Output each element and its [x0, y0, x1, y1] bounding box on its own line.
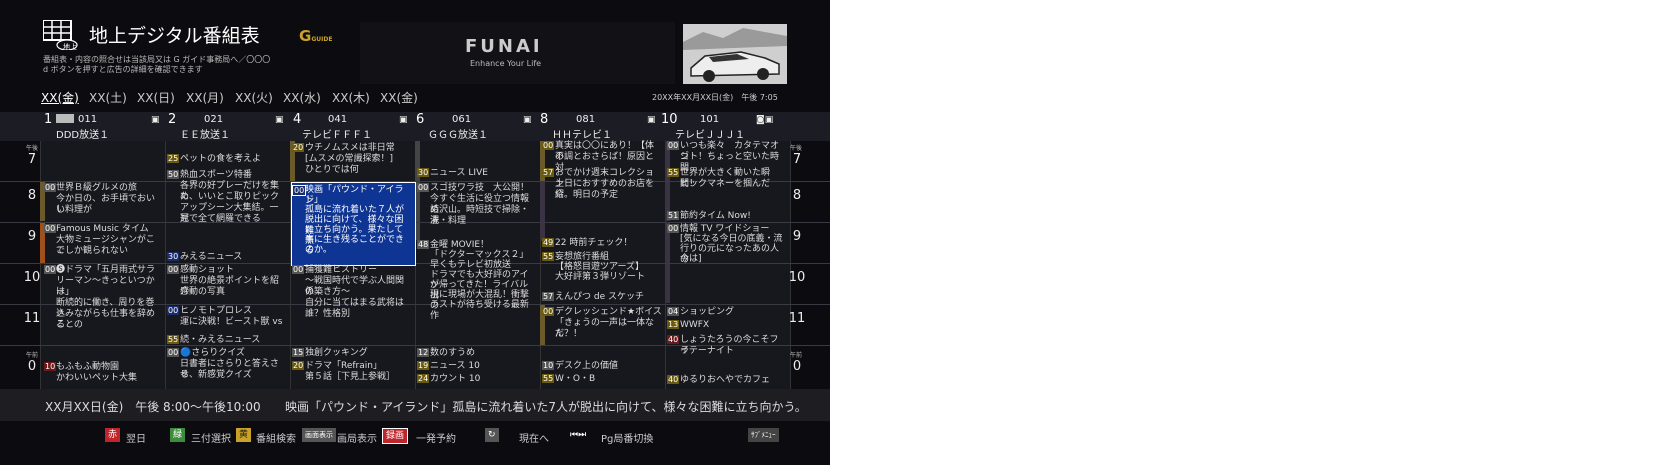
genre-bar: [540, 181, 545, 241]
back-button[interactable]: ↻: [485, 428, 499, 442]
channel-3-data-icon: ▣: [399, 115, 408, 125]
channel-2-code: 021: [204, 114, 224, 125]
view-button-label: 画局表示: [337, 434, 377, 445]
green-button-label: 三付選択: [191, 434, 231, 445]
skip-icon[interactable]: ⏮⏭: [567, 428, 589, 442]
day-tab-4[interactable]: XX(月): [186, 89, 224, 106]
am-label-right: 午前: [790, 352, 803, 359]
program-guide-screen: 地上 地上デジタル番組表 番組表・内容の照合せは当該局又は G ガイド事務局へ／…: [0, 0, 830, 465]
hour-label-left: 10: [23, 270, 41, 285]
ad-brand-logo: FUNAI: [465, 36, 543, 57]
day-tab-2[interactable]: XX(土): [89, 89, 127, 106]
channel-6-name[interactable]: テレビＪＪＪ１: [675, 126, 745, 141]
detail-time: XX月XX日(金) 午後 8:00〜午後10:00: [45, 400, 261, 414]
channel-1-name[interactable]: DDD放送１: [56, 126, 109, 141]
submenu-button[interactable]: ｻﾌﾞﾒﾆｭｰ: [748, 428, 779, 442]
day-tab-5[interactable]: XX(火): [235, 89, 273, 106]
record-button[interactable]: 録画: [382, 428, 409, 444]
hour-label-right: 8: [792, 188, 802, 203]
ad-tagline: Enhance Your Life: [470, 59, 542, 68]
hour-label-left: 7: [27, 152, 37, 167]
channel-6-number: 10: [661, 112, 678, 127]
channel-1-logo: [56, 114, 74, 123]
terrestrial-badge: 地上: [63, 43, 77, 51]
channel-4-name[interactable]: ＧＧＧ放送１: [428, 126, 488, 141]
day-tab-6[interactable]: XX(水): [283, 89, 321, 106]
hour-label-right: 9: [792, 229, 802, 244]
hour-label-left: 8: [27, 188, 37, 203]
red-button-label: 翌日: [126, 434, 146, 445]
yellow-button-label: 番組検索: [256, 434, 296, 445]
channel-5-name[interactable]: ＨＨテレビ１: [552, 126, 612, 141]
hour-label-right: 0: [792, 359, 802, 374]
channel-4-number: 6: [416, 112, 425, 127]
yellow-button[interactable]: 黄: [236, 428, 252, 442]
channel-6-data-icon: ◙▣: [756, 115, 774, 125]
hour-label-right: 7: [792, 152, 802, 167]
hour-label-right: 11: [788, 311, 806, 326]
day-tab-3[interactable]: XX(日): [137, 89, 175, 106]
hour-label-right: 10: [788, 270, 806, 285]
page-title: 地上デジタル番組表: [89, 25, 260, 47]
channel-5-data-icon: ▣: [647, 115, 656, 125]
current-datetime: 20XX年XX月XX日(金) 午後 7:05: [652, 93, 778, 102]
pm-label-left: 午後: [26, 145, 39, 152]
gguide-logo: GGUIDE: [299, 27, 333, 45]
ad-car-image: [683, 24, 787, 84]
am-label-left: 午前: [26, 352, 39, 359]
channel-2-number: 2: [168, 112, 177, 127]
channel-5-number: 8: [540, 112, 549, 127]
detail-description: 映画「パウンド・アイランド」孤島に流れ着いた7人が脱出に向けて、様々な困難に立ち…: [285, 400, 807, 414]
view-button[interactable]: 画面表示: [302, 428, 336, 442]
record-button-label: 一発予約: [416, 434, 456, 445]
channel-4-data-icon: ▣: [523, 115, 532, 125]
channel-3-number: 4: [293, 112, 302, 127]
red-button[interactable]: 赤: [105, 428, 121, 442]
pm-label-right: 午後: [790, 145, 803, 152]
header-hint: d ボタンを押すと広告の詳細を確認できます: [43, 65, 203, 74]
hour-label-left: 9: [27, 229, 37, 244]
channel-6-code: 101: [700, 114, 720, 125]
channel-3-code: 041: [328, 114, 348, 125]
channel-1-data-icon: ▣: [151, 115, 160, 125]
channel-1-code: 011: [78, 114, 98, 125]
day-tab-8[interactable]: XX(金): [380, 89, 418, 106]
back-button-label: 現在へ: [519, 434, 549, 445]
channel-5-code: 081: [576, 114, 596, 125]
channel-4-code: 061: [452, 114, 472, 125]
hour-label-left: 11: [23, 311, 41, 326]
green-button[interactable]: 緑: [170, 428, 186, 442]
hour-label-left: 0: [27, 359, 37, 374]
channel-2-data-icon: ▣: [275, 115, 284, 125]
channel-1-number: 1: [44, 112, 53, 127]
channel-2-name[interactable]: ＥＥ放送１: [180, 126, 230, 141]
day-tab-1[interactable]: XX(金): [41, 89, 79, 106]
day-tab-7[interactable]: XX(木): [332, 89, 370, 106]
channel-3-name[interactable]: テレビＦＦＦ１: [302, 126, 372, 141]
skip-button-label: Pg局番切換: [601, 434, 654, 445]
